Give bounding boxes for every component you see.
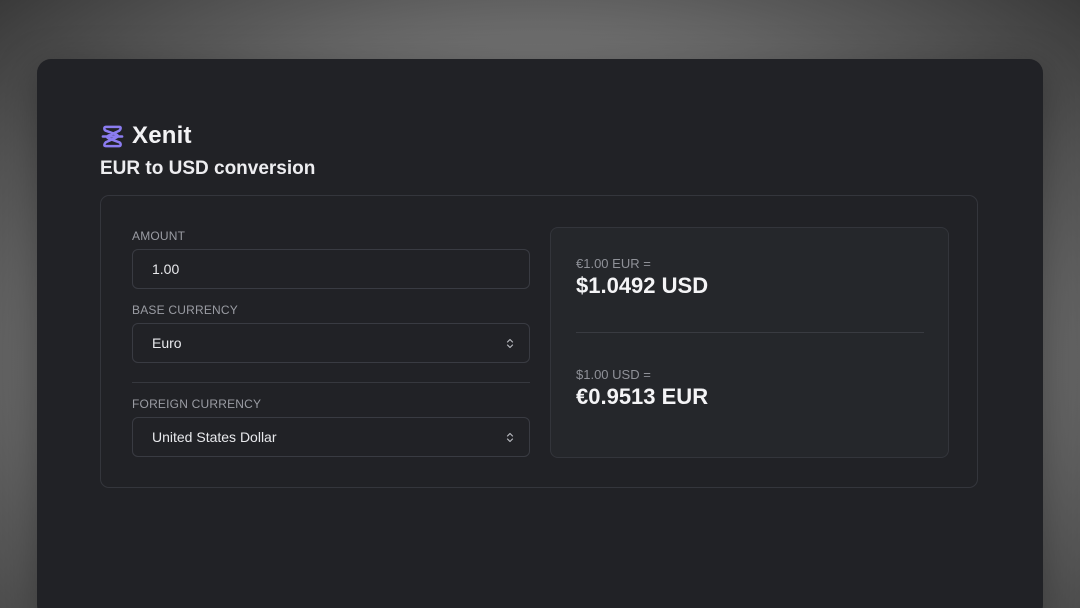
foreign-currency-select[interactable]: United States Dollar (132, 417, 530, 457)
xenit-logo-icon (101, 125, 124, 147)
page-title: EUR to USD conversion (100, 158, 316, 179)
base-currency-label: BASE CURRENCY (132, 303, 238, 317)
reverse-rate-value: €0.9513 EUR (576, 384, 709, 409)
form-divider (132, 382, 530, 383)
foreign-currency-label: FOREIGN CURRENCY (132, 397, 262, 411)
foreign-currency-value: United States Dollar (152, 429, 277, 445)
select-arrows-icon (506, 432, 514, 443)
conversion-result-panel: €1.00 EUR = $1.0492 USD $1.00 USD = €0.9… (550, 227, 949, 458)
base-currency-select[interactable]: Euro (132, 323, 530, 363)
result-divider (576, 332, 924, 333)
select-arrows-icon (506, 338, 514, 349)
app-name: Xenit (132, 122, 192, 149)
amount-input[interactable] (152, 261, 512, 277)
app-window: Xenit EUR to USD conversion AMOUNT BASE … (37, 59, 1043, 608)
converter-card: AMOUNT BASE CURRENCY Euro FOREIGN CURREN… (100, 195, 978, 488)
brand: Xenit (100, 123, 192, 149)
amount-label: AMOUNT (132, 229, 186, 243)
base-currency-value: Euro (152, 335, 182, 351)
forward-rate-value: $1.0492 USD (576, 273, 709, 298)
forward-rate-caption: €1.00 EUR = (576, 256, 651, 271)
reverse-rate-caption: $1.00 USD = (576, 367, 651, 382)
amount-field[interactable] (132, 249, 530, 289)
